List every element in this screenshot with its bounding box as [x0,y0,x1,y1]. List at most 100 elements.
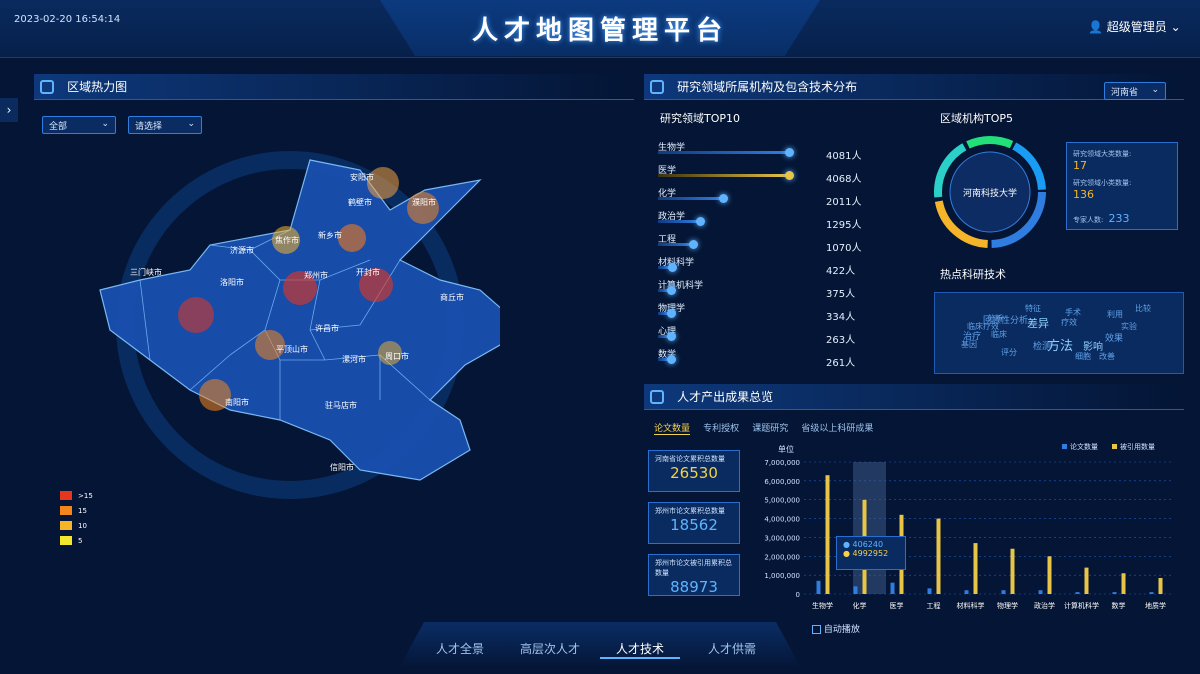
page-title: 人才地图管理平台 [471,16,728,46]
left-panel-header: 区域热力图 [34,74,634,100]
output-bar-chart[interactable]: 单位 0 1,000,000 2,000,000 3,000,000 4,000,000 5… [744,440,1184,612]
x-tick-label: 医学 [890,601,904,610]
city-label: 许昌市 [315,323,339,333]
keyword: 差异 [1027,317,1049,330]
top10-list: 生物学 4081人 医学 4068人 化学 2011人 政治学 1295人 工程 1070人 材料科… [658,140,868,370]
chevron-down-icon: ⌄ [1170,20,1181,34]
home-icon [40,80,54,94]
keyword: 评分 [1001,348,1017,357]
y-tick-label: 5,000,000 [764,497,800,505]
x-tick-label: 计算机科学 [1064,601,1099,610]
top10-dot [719,194,728,203]
nav-supply-demand[interactable]: 人才供需 [692,640,772,657]
keyword: 细胞 [1075,352,1091,361]
city-label: 郑州市 [304,270,328,280]
city-label: 南阳市 [225,397,249,407]
output-panel-header: 人才产出成果总览 [644,384,1184,410]
bar[interactable] [1121,573,1126,594]
top10-row: 心理 263人 [658,324,868,347]
bar[interactable] [973,543,978,594]
bar[interactable] [825,475,830,594]
bar[interactable] [1001,590,1006,594]
chart-tooltip: ● 406240 ● 4992952 [836,536,906,570]
y-tick-label: 2,000,000 [764,553,800,561]
keyword: 特征 [1025,304,1041,313]
city-label: 信阳市 [330,462,354,472]
city-label: 驻马店市 [325,400,357,410]
tab-patents[interactable]: 专利授权 [703,424,739,434]
bar[interactable] [927,588,932,594]
hot-tech-title: 热点科研技术 [940,268,1006,281]
x-tick-label: 地质学 [1145,601,1166,610]
bar[interactable] [964,590,969,594]
bar[interactable] [1047,556,1052,594]
city-label: 周口市 [385,351,409,361]
x-tick-label: 数学 [1112,601,1126,610]
bar[interactable] [1149,592,1154,594]
tab-awards[interactable]: 省级以上科研成果 [801,424,873,434]
city-label: 三门峡市 [130,267,162,277]
top5-ring-chart[interactable]: 河南科技大学 [922,130,1060,254]
expand-sidebar-button[interactable]: › [0,98,18,122]
keyword: 效果 [1105,334,1124,344]
top10-dot [668,263,677,272]
keyword: 比较 [1135,304,1151,313]
output-tabs: 论文数量 专利授权 课题研究 省级以上科研成果 [654,416,873,435]
research-panel-title: 研究领域所属机构及包含技术分布 [677,80,858,94]
top10-row: 物理学334人 [658,301,868,324]
top10-value: 4081人 [826,151,862,162]
city-label: 新乡市 [318,230,342,240]
bar[interactable] [936,518,941,594]
top10-value: 263人 [826,335,856,346]
keyword: 改善 [1099,352,1115,361]
bar[interactable] [1112,592,1117,594]
tab-projects[interactable]: 课题研究 [752,424,788,434]
region-select[interactable]: 全部 ⌄ [42,116,116,134]
tab-papers[interactable]: 论文数量 [654,424,691,435]
bar[interactable] [1038,590,1043,594]
legend-item: 10 [60,518,93,533]
legend-item: 15 [60,503,93,518]
keyword: 利用 [1107,310,1123,319]
nav-talent-overview[interactable]: 人才全景 [420,640,500,657]
bar[interactable] [1158,577,1163,594]
bar[interactable] [853,586,858,594]
research-panel-header: 研究领域所属机构及包含技术分布 [644,74,1184,100]
top10-bar [658,151,788,154]
city-label: 鹤壁市 [348,197,372,207]
city-select[interactable]: 请选择 ⌄ [128,116,202,134]
top10-dot [667,286,676,295]
bar[interactable] [1084,567,1089,594]
top10-value: 1295人 [826,220,862,231]
top10-value: 261人 [826,358,856,369]
bar[interactable] [816,580,821,594]
heat-map[interactable]: 安阳市鹤壁市 濮阳市焦作市 新乡市济源市三门峡市洛阳市 郑州市 开封市商丘市许昌市平顶山… [80,150,500,500]
user-name: 超级管理员 [1106,20,1167,34]
top10-bar [658,197,722,200]
stat-card-city: 郑州市论文累积总数量 18562 [648,502,740,544]
user-menu[interactable]: 👤 超级管理员 ⌄ [1088,18,1181,35]
city-label: 商丘市 [440,292,464,302]
top10-row: 医学 4068人 [658,163,868,186]
nav-high-level[interactable]: 高层次人才 [510,640,590,657]
keyword: 临床疗效 [967,322,999,331]
nav-talent-tech[interactable]: 人才技术 [600,640,680,659]
heat-legend: >15 15 10 5 [60,488,93,548]
top10-value: 2011人 [826,197,862,208]
province-select[interactable]: 河南省 ⌄ [1104,82,1166,100]
ring-center-label: 河南科技大学 [963,187,1017,199]
city-label: 漯河市 [342,354,366,364]
y-tick-label: 1,000,000 [764,572,800,580]
region-stats: 研究领域大类数量: 17 研究领域小类数量: 136 专家人数: 233 [1066,142,1178,230]
auto-play-toggle[interactable]: 自动播放 [812,622,860,635]
top10-dot [667,332,676,341]
legend-label: 被引用数量 [1120,442,1155,451]
x-tick-label: 物理学 [997,601,1018,610]
left-panel-title: 区域热力图 [67,80,128,94]
x-tick-label: 政治学 [1034,601,1055,610]
top10-bar [658,243,692,246]
bar[interactable] [1075,592,1080,594]
bar[interactable] [890,582,895,594]
y-axis-label: 单位 [778,444,794,454]
bar[interactable] [1010,548,1015,594]
